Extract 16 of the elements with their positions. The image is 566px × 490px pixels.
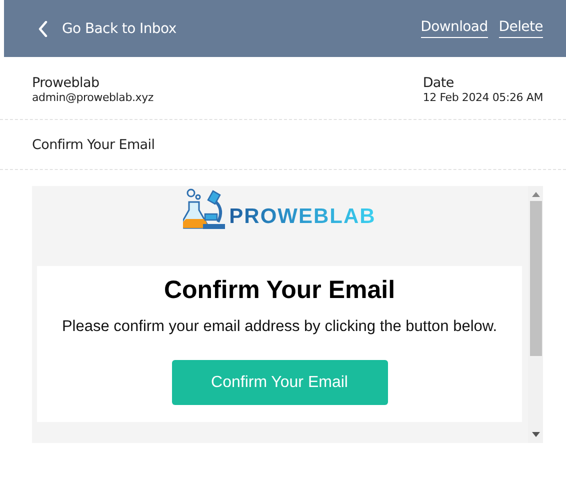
action-link[interactable]: Delete: [498, 19, 543, 38]
lab-flask-microscope-icon: [183, 188, 228, 232]
email-heading: Confirm Your Email: [164, 276, 396, 305]
confirm-email-button[interactable]: Confirm Your Email: [172, 360, 388, 405]
email-subject: Confirm Your Email: [32, 137, 155, 153]
back-button[interactable]: Go Back to Inbox: [38, 20, 176, 36]
sender-name: Proweblab: [32, 75, 100, 91]
date-label: Date: [422, 75, 454, 91]
chevron-left-icon: [38, 20, 48, 36]
scroll-up-icon[interactable]: [532, 192, 540, 197]
action-link[interactable]: Download: [420, 19, 488, 38]
scroll-down-icon[interactable]: [532, 432, 540, 437]
email-message: Please confirm your email address by clicking the button below.: [62, 318, 498, 336]
sender-email: admin@proweblab.xyz: [32, 91, 154, 104]
scroll-thumb[interactable]: [530, 201, 542, 356]
date-value: 12 Feb 2024 05:26 AM: [422, 91, 543, 104]
